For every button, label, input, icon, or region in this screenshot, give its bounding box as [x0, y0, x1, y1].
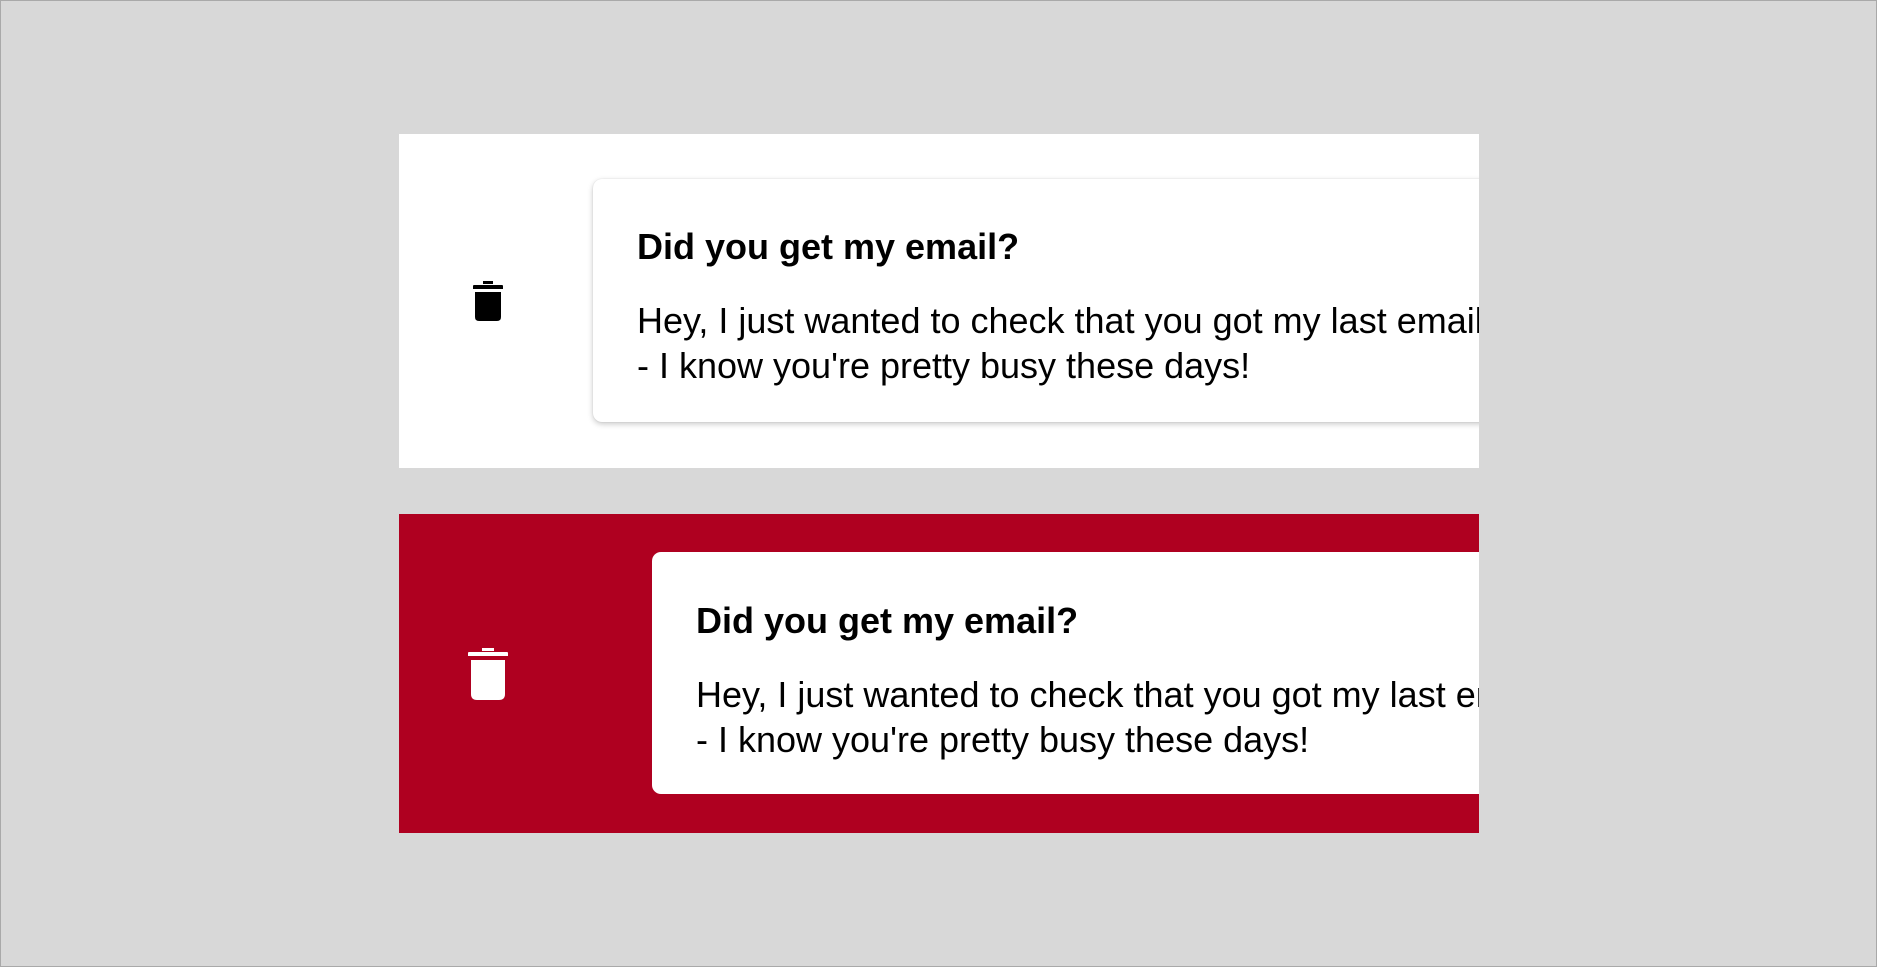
message-body-line: - I know you're pretty busy these days!: [637, 345, 1251, 386]
trash-icon[interactable]: [473, 281, 503, 321]
trash-lid: [468, 651, 508, 656]
message-body-line: - I know you're pretty busy these days!: [696, 719, 1310, 760]
trash-bin: [475, 292, 501, 321]
trash-icon[interactable]: [468, 647, 508, 700]
message-title: Did you get my email?: [637, 226, 1020, 267]
swipe-row-delete-active[interactable]: Did you get my email? Hey, I just wanted…: [399, 514, 1479, 833]
trash-bin: [471, 659, 505, 700]
message-body: Hey, I just wanted to check that you got…: [637, 298, 1479, 388]
message-title: Did you get my email?: [696, 600, 1079, 641]
message-card[interactable]: Did you get my email? Hey, I just wanted…: [593, 179, 1479, 422]
trash-lid-handle: [483, 281, 493, 284]
delete-action-zone[interactable]: [399, 134, 577, 468]
message-body: Hey, I just wanted to check that you got…: [696, 672, 1479, 762]
trash-lid: [473, 285, 503, 289]
message-body-line: Hey, I just wanted to check that you got…: [696, 674, 1479, 715]
message-card[interactable]: Did you get my email? Hey, I just wanted…: [652, 552, 1479, 794]
delete-action-zone[interactable]: [399, 514, 577, 833]
swipe-row-resting[interactable]: Did you get my email? Hey, I just wanted…: [399, 134, 1479, 468]
message-body-line: Hey, I just wanted to check that you got…: [637, 300, 1479, 341]
trash-lid-handle: [482, 647, 494, 651]
